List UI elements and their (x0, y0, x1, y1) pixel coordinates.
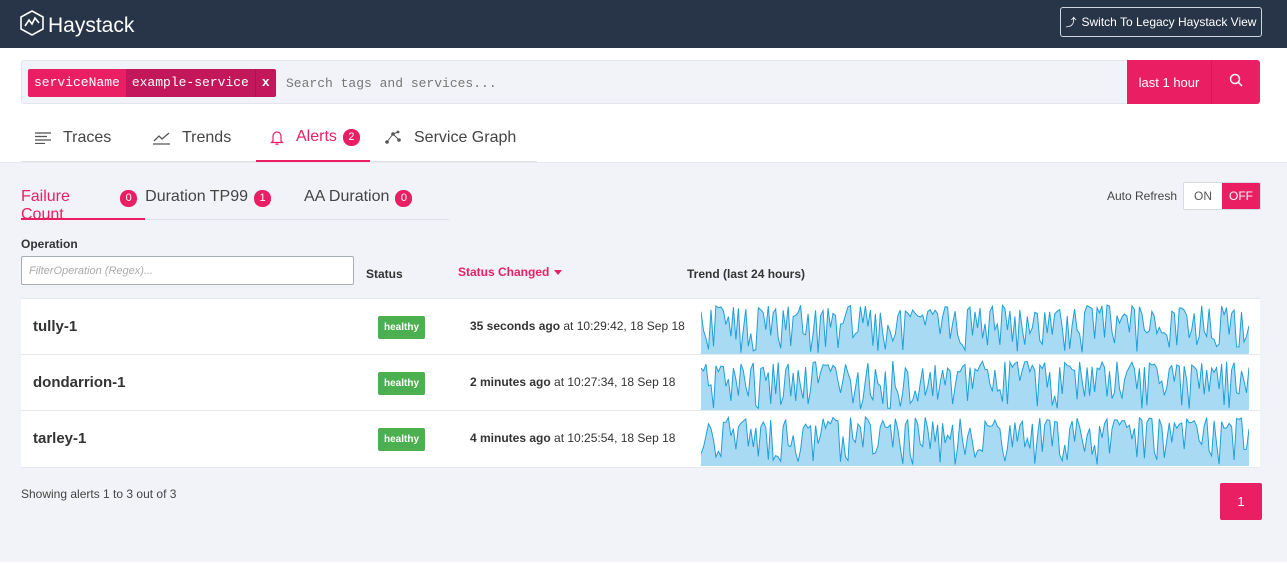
tab-aa-duration[interactable]: AA Duration 0 (304, 181, 421, 220)
status-changed-relative: 35 seconds ago (470, 319, 561, 333)
status-badge: healthy (378, 428, 426, 451)
tab-service-graph[interactable]: Service Graph (370, 114, 537, 162)
status-badge: healthy (378, 316, 426, 339)
tab-failure-count[interactable]: Failure Count 0 (21, 181, 146, 223)
status-changed-absolute: at 10:25:54, 18 Sep 18 (550, 431, 676, 445)
tab-failure-count-label: Failure Count (21, 188, 70, 223)
switch-legacy-button[interactable]: ⤴ Switch To Legacy Haystack View (1060, 7, 1262, 37)
filter-chip: serviceName example-service x (28, 69, 276, 97)
table-row[interactable]: tarley-1 healthy 4 minutes ago at 10:25:… (21, 411, 1260, 468)
app-name: Haystack (48, 13, 135, 37)
status-changed-column-header[interactable]: Status Changed (458, 265, 563, 279)
tab-aa-duration-label: AA Duration (304, 188, 390, 205)
haystack-logo-icon (20, 10, 44, 41)
chip-remove-button[interactable]: x (254, 69, 276, 97)
status-changed-relative: 2 minutes ago (470, 375, 551, 389)
status-changed-absolute: at 10:29:42, 18 Sep 18 (560, 319, 685, 333)
main-tabs: Traces Trends Alerts 2 Service Graph (21, 114, 537, 162)
tab-alerts-label: Alerts (296, 128, 337, 145)
switch-legacy-label: Switch To Legacy Haystack View (1081, 15, 1257, 29)
graph-icon (384, 130, 402, 146)
top-navbar: Haystack ⤴ Switch To Legacy Haystack Vie… (0, 0, 1287, 48)
tab-service-graph-label: Service Graph (414, 129, 517, 146)
app-logo[interactable]: Haystack (20, 10, 134, 41)
table-row[interactable]: dondarrion-1 healthy 2 minutes ago at 10… (21, 355, 1260, 411)
sort-desc-icon (554, 269, 563, 275)
list-icon (35, 132, 51, 144)
status-badge: healthy (378, 372, 426, 395)
search-icon (1229, 73, 1243, 92)
tab-traces[interactable]: Traces (21, 114, 139, 162)
alerts-table: tully-1 healthy 35 seconds ago at 10:29:… (21, 298, 1260, 468)
trend-sparkline (701, 415, 1249, 466)
alerts-count-badge: 2 (342, 128, 360, 146)
chip-value: example-service (125, 69, 255, 97)
auto-refresh-off-button[interactable]: OFF (1222, 183, 1260, 209)
status-changed-relative: 4 minutes ago (470, 431, 551, 445)
alerts-panel: Failure Count 0 Duration TP99 1 AA Durat… (0, 162, 1287, 562)
bell-icon (270, 130, 284, 145)
status-column-header: Status (366, 267, 403, 281)
tab-alerts[interactable]: Alerts 2 (256, 114, 370, 162)
trend-sparkline (701, 360, 1249, 410)
status-changed-time: 35 seconds ago at 10:29:42, 18 Sep 18 (470, 319, 685, 333)
duration-tp99-badge: 1 (254, 190, 272, 207)
time-range-button[interactable]: last 1 hour (1127, 60, 1211, 104)
operation-filter-input[interactable] (21, 256, 354, 285)
aa-duration-badge: 0 (395, 190, 413, 207)
status-changed-time: 2 minutes ago at 10:27:34, 18 Sep 18 (470, 375, 675, 389)
failure-count-badge: 0 (120, 190, 138, 207)
auto-refresh-control: Auto Refresh ON OFF (1107, 182, 1261, 210)
operation-name: dondarrion-1 (33, 374, 126, 391)
page-1-button[interactable]: 1 (1220, 483, 1262, 520)
chip-key: serviceName (28, 69, 126, 97)
alert-type-tabs: Failure Count 0 Duration TP99 1 AA Durat… (21, 181, 449, 223)
trend-column-header: Trend (last 24 hours) (687, 267, 806, 281)
trend-sparkline (701, 304, 1249, 354)
tab-trends-label: Trends (182, 129, 232, 146)
status-changed-time: 4 minutes ago at 10:25:54, 18 Sep 18 (470, 431, 675, 445)
tab-duration-tp99[interactable]: Duration TP99 1 (145, 181, 276, 220)
search-input[interactable] (286, 69, 1116, 97)
tab-traces-label: Traces (63, 129, 112, 146)
auto-refresh-on-button[interactable]: ON (1184, 183, 1222, 209)
operation-name: tarley-1 (33, 430, 87, 447)
tab-duration-tp99-label: Duration TP99 (145, 188, 249, 205)
auto-refresh-toggle: ON OFF (1183, 182, 1261, 210)
swap-icon: ⤴ (1065, 17, 1077, 29)
tab-trends[interactable]: Trends (139, 114, 256, 162)
status-changed-header-label: Status Changed (458, 265, 550, 279)
line-chart-icon (153, 132, 170, 145)
pagination-summary: Showing alerts 1 to 3 out of 3 (21, 487, 177, 501)
operation-column-header: Operation (21, 237, 78, 251)
status-changed-absolute: at 10:27:34, 18 Sep 18 (550, 375, 676, 389)
search-button[interactable] (1211, 60, 1260, 104)
table-row[interactable]: tully-1 healthy 35 seconds ago at 10:29:… (21, 299, 1260, 355)
auto-refresh-label: Auto Refresh (1106, 189, 1177, 203)
operation-name: tully-1 (33, 318, 78, 335)
search-bar: serviceName example-service x last 1 hou… (21, 60, 1260, 104)
